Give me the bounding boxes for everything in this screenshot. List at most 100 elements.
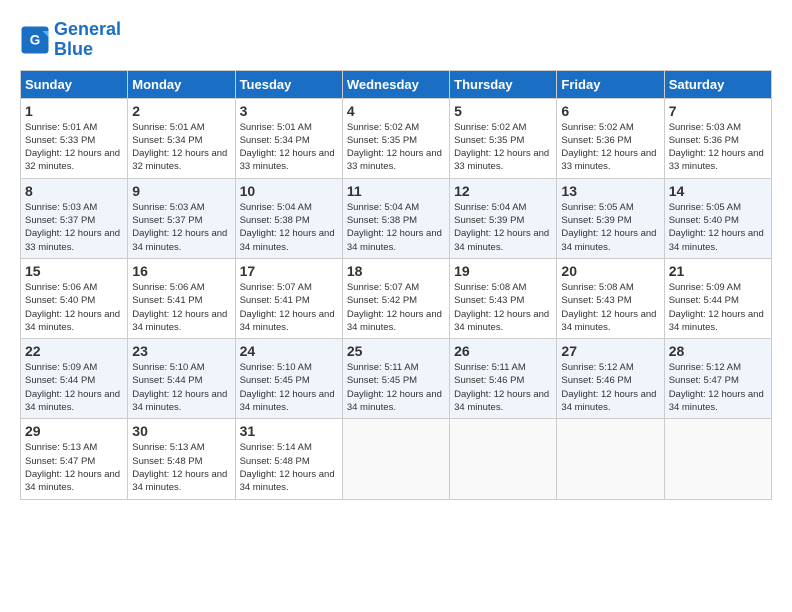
calendar-day-cell: 5 Sunrise: 5:02 AMSunset: 5:35 PMDaylight… — [450, 98, 557, 178]
day-number: 2 — [132, 103, 230, 119]
calendar-day-cell: 11 Sunrise: 5:04 AMSunset: 5:38 PMDayligh… — [342, 178, 449, 258]
calendar-day-cell: 17 Sunrise: 5:07 AMSunset: 5:41 PMDayligh… — [235, 258, 342, 338]
calendar-day-cell: 20Sunrise: 5:08 AMSunset: 5:43 PMDayligh… — [557, 258, 664, 338]
day-number: 8 — [25, 183, 123, 199]
day-number: 28 — [669, 343, 767, 359]
calendar-day-cell: 19Sunrise: 5:08 AMSunset: 5:43 PMDayligh… — [450, 258, 557, 338]
calendar-day-cell: 6 Sunrise: 5:02 AMSunset: 5:36 PMDaylight… — [557, 98, 664, 178]
calendar-header-wednesday: Wednesday — [342, 70, 449, 98]
calendar-day-cell: 12 Sunrise: 5:04 AMSunset: 5:39 PMDayligh… — [450, 178, 557, 258]
day-number: 7 — [669, 103, 767, 119]
calendar-day-cell: 16 Sunrise: 5:06 AMSunset: 5:41 PMDayligh… — [128, 258, 235, 338]
day-number: 17 — [240, 263, 338, 279]
calendar-day-cell — [342, 419, 449, 499]
calendar-day-cell: 24 Sunrise: 5:10 AMSunset: 5:45 PMDayligh… — [235, 339, 342, 419]
day-number: 25 — [347, 343, 445, 359]
day-number: 22 — [25, 343, 123, 359]
day-info: Sunrise: 5:10 AMSunset: 5:44 PMDaylight:… — [132, 361, 230, 414]
day-number: 16 — [132, 263, 230, 279]
calendar-week-row: 1 Sunrise: 5:01 AMSunset: 5:33 PMDaylight… — [21, 98, 772, 178]
calendar-header-tuesday: Tuesday — [235, 70, 342, 98]
day-info: Sunrise: 5:01 AMSunset: 5:33 PMDaylight:… — [25, 121, 123, 174]
calendar-week-row: 29 Sunrise: 5:13 AMSunset: 5:47 PMDayligh… — [21, 419, 772, 499]
day-number: 6 — [561, 103, 659, 119]
day-info: Sunrise: 5:12 AMSunset: 5:47 PMDaylight:… — [669, 361, 767, 414]
calendar-header-row: SundayMondayTuesdayWednesdayThursdayFrid… — [21, 70, 772, 98]
day-number: 19 — [454, 263, 552, 279]
calendar-day-cell: 31 Sunrise: 5:14 AMSunset: 5:48 PMDayligh… — [235, 419, 342, 499]
calendar-day-cell: 9 Sunrise: 5:03 AMSunset: 5:37 PMDaylight… — [128, 178, 235, 258]
day-number: 20 — [561, 263, 659, 279]
calendar-header-thursday: Thursday — [450, 70, 557, 98]
day-info: Sunrise: 5:02 AMSunset: 5:35 PMDaylight:… — [454, 121, 552, 174]
calendar-day-cell: 2 Sunrise: 5:01 AMSunset: 5:34 PMDaylight… — [128, 98, 235, 178]
calendar-day-cell: 30 Sunrise: 5:13 AMSunset: 5:48 PMDayligh… — [128, 419, 235, 499]
day-number: 5 — [454, 103, 552, 119]
calendar-day-cell: 10 Sunrise: 5:04 AMSunset: 5:38 PMDayligh… — [235, 178, 342, 258]
day-number: 3 — [240, 103, 338, 119]
day-number: 15 — [25, 263, 123, 279]
day-number: 23 — [132, 343, 230, 359]
svg-text:G: G — [30, 32, 41, 47]
calendar-week-row: 22Sunrise: 5:09 AMSunset: 5:44 PMDayligh… — [21, 339, 772, 419]
day-info: Sunrise: 5:03 AMSunset: 5:37 PMDaylight:… — [25, 201, 123, 254]
day-number: 26 — [454, 343, 552, 359]
day-info: Sunrise: 5:07 AMSunset: 5:41 PMDaylight:… — [240, 281, 338, 334]
day-number: 12 — [454, 183, 552, 199]
day-number: 9 — [132, 183, 230, 199]
calendar-day-cell: 26 Sunrise: 5:11 AMSunset: 5:46 PMDayligh… — [450, 339, 557, 419]
logo-text: GeneralBlue — [54, 20, 121, 60]
calendar-day-cell: 18 Sunrise: 5:07 AMSunset: 5:42 PMDayligh… — [342, 258, 449, 338]
day-info: Sunrise: 5:11 AMSunset: 5:45 PMDaylight:… — [347, 361, 445, 414]
day-info: Sunrise: 5:01 AMSunset: 5:34 PMDaylight:… — [132, 121, 230, 174]
calendar-day-cell: 1 Sunrise: 5:01 AMSunset: 5:33 PMDaylight… — [21, 98, 128, 178]
calendar-header-friday: Friday — [557, 70, 664, 98]
calendar-day-cell: 14Sunrise: 5:05 AMSunset: 5:40 PMDayligh… — [664, 178, 771, 258]
day-info: Sunrise: 5:06 AMSunset: 5:41 PMDaylight:… — [132, 281, 230, 334]
day-info: Sunrise: 5:04 AMSunset: 5:38 PMDaylight:… — [240, 201, 338, 254]
calendar-day-cell: 4 Sunrise: 5:02 AMSunset: 5:35 PMDaylight… — [342, 98, 449, 178]
calendar-day-cell: 23 Sunrise: 5:10 AMSunset: 5:44 PMDayligh… — [128, 339, 235, 419]
calendar-header-saturday: Saturday — [664, 70, 771, 98]
day-info: Sunrise: 5:13 AMSunset: 5:48 PMDaylight:… — [132, 441, 230, 494]
day-number: 14 — [669, 183, 767, 199]
day-info: Sunrise: 5:01 AMSunset: 5:34 PMDaylight:… — [240, 121, 338, 174]
day-number: 10 — [240, 183, 338, 199]
calendar-header-monday: Monday — [128, 70, 235, 98]
day-info: Sunrise: 5:02 AMSunset: 5:35 PMDaylight:… — [347, 121, 445, 174]
logo-icon: G — [20, 25, 50, 55]
day-info: Sunrise: 5:13 AMSunset: 5:47 PMDaylight:… — [25, 441, 123, 494]
day-number: 21 — [669, 263, 767, 279]
day-info: Sunrise: 5:06 AMSunset: 5:40 PMDaylight:… — [25, 281, 123, 334]
day-number: 29 — [25, 423, 123, 439]
calendar-day-cell: 29 Sunrise: 5:13 AMSunset: 5:47 PMDayligh… — [21, 419, 128, 499]
day-number: 18 — [347, 263, 445, 279]
day-number: 11 — [347, 183, 445, 199]
day-number: 31 — [240, 423, 338, 439]
day-info: Sunrise: 5:04 AMSunset: 5:38 PMDaylight:… — [347, 201, 445, 254]
day-info: Sunrise: 5:04 AMSunset: 5:39 PMDaylight:… — [454, 201, 552, 254]
day-info: Sunrise: 5:03 AMSunset: 5:37 PMDaylight:… — [132, 201, 230, 254]
day-number: 30 — [132, 423, 230, 439]
day-info: Sunrise: 5:02 AMSunset: 5:36 PMDaylight:… — [561, 121, 659, 174]
page-header: G GeneralBlue — [20, 20, 772, 60]
day-info: Sunrise: 5:11 AMSunset: 5:46 PMDaylight:… — [454, 361, 552, 414]
calendar-day-cell: 27Sunrise: 5:12 AMSunset: 5:46 PMDayligh… — [557, 339, 664, 419]
day-number: 27 — [561, 343, 659, 359]
day-info: Sunrise: 5:03 AMSunset: 5:36 PMDaylight:… — [669, 121, 767, 174]
day-number: 24 — [240, 343, 338, 359]
calendar-table: SundayMondayTuesdayWednesdayThursdayFrid… — [20, 70, 772, 500]
calendar-day-cell — [450, 419, 557, 499]
calendar-day-cell: 7 Sunrise: 5:03 AMSunset: 5:36 PMDaylight… — [664, 98, 771, 178]
calendar-day-cell: 21Sunrise: 5:09 AMSunset: 5:44 PMDayligh… — [664, 258, 771, 338]
day-info: Sunrise: 5:07 AMSunset: 5:42 PMDaylight:… — [347, 281, 445, 334]
day-info: Sunrise: 5:14 AMSunset: 5:48 PMDaylight:… — [240, 441, 338, 494]
day-info: Sunrise: 5:05 AMSunset: 5:39 PMDaylight:… — [561, 201, 659, 254]
day-number: 1 — [25, 103, 123, 119]
day-number: 4 — [347, 103, 445, 119]
day-info: Sunrise: 5:10 AMSunset: 5:45 PMDaylight:… — [240, 361, 338, 414]
calendar-week-row: 8 Sunrise: 5:03 AMSunset: 5:37 PMDaylight… — [21, 178, 772, 258]
calendar-day-cell: 25 Sunrise: 5:11 AMSunset: 5:45 PMDayligh… — [342, 339, 449, 419]
day-number: 13 — [561, 183, 659, 199]
calendar-header-sunday: Sunday — [21, 70, 128, 98]
